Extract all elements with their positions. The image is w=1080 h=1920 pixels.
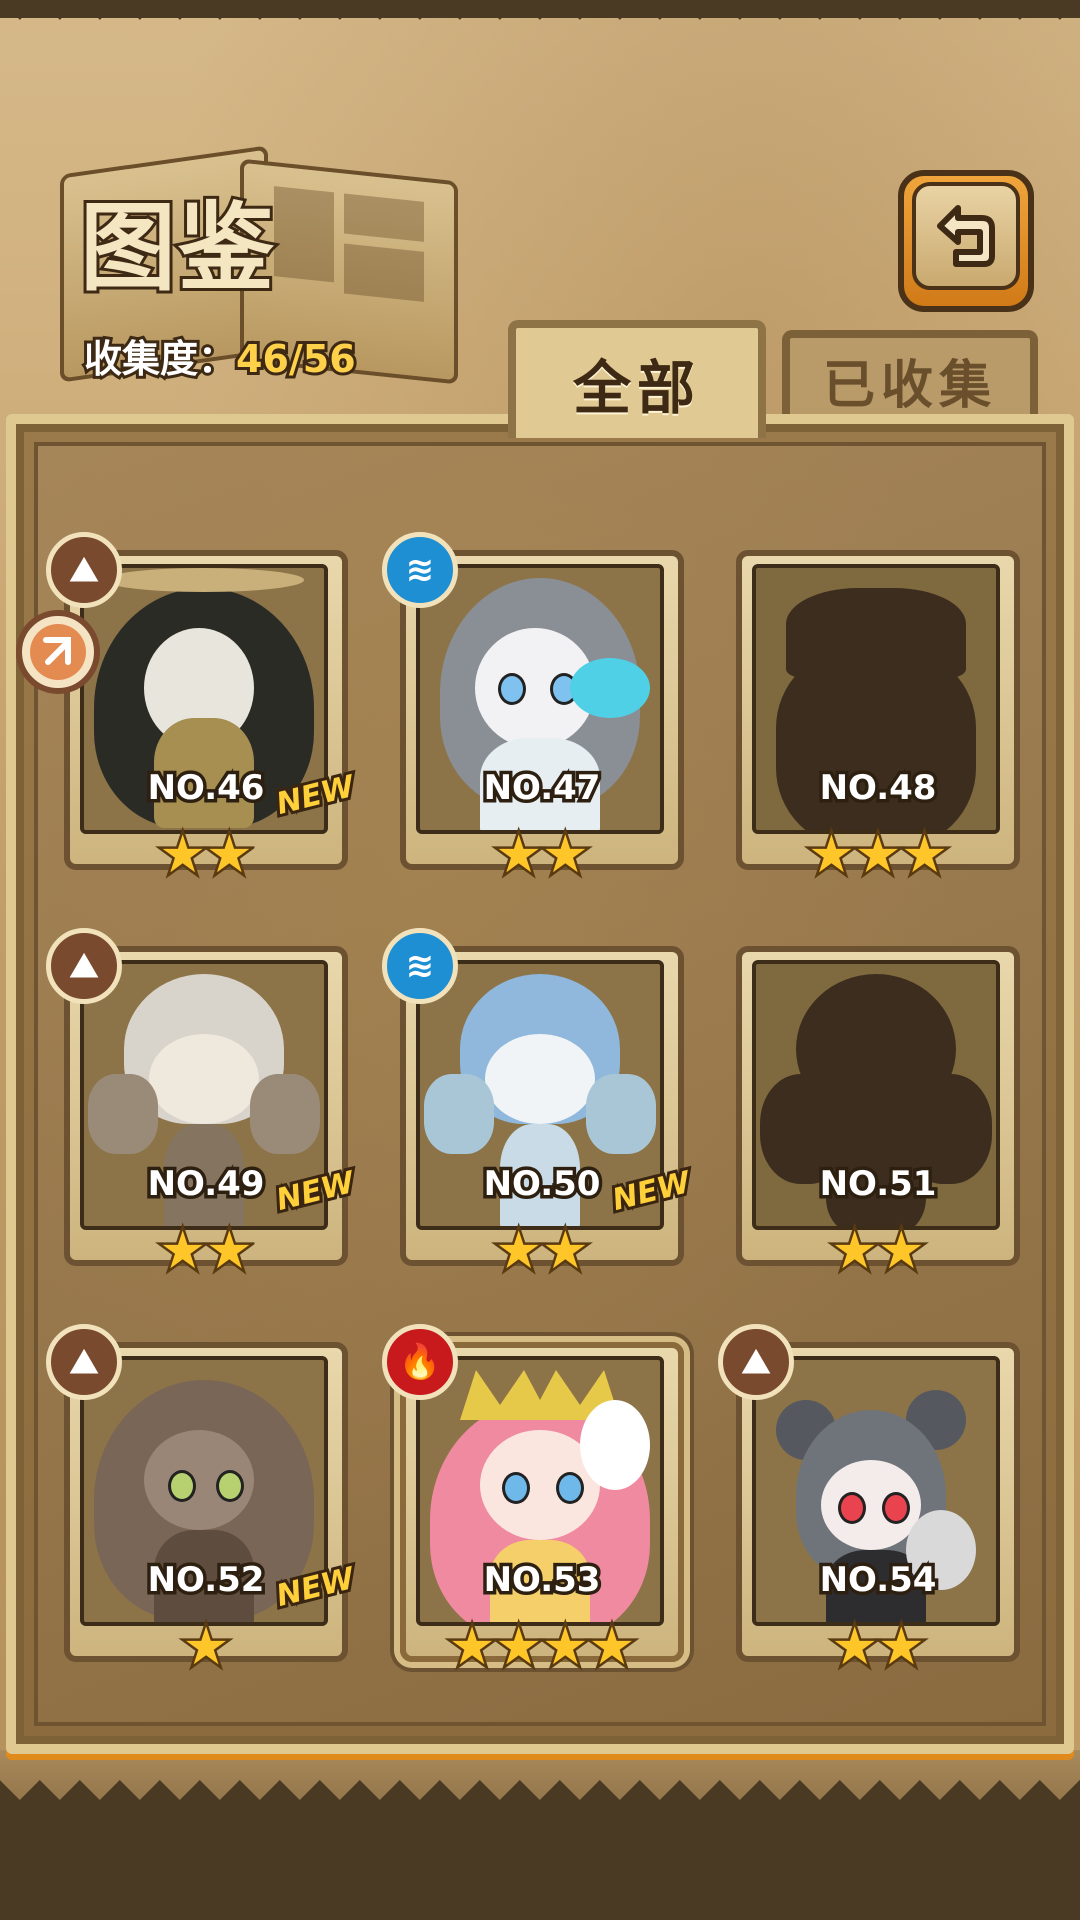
character-card-54[interactable]: NO.54 ★★ ⛰ [718, 1324, 1020, 1677]
star-icons: ★★ [157, 1221, 255, 1281]
tab-collected[interactable]: 已收集 [782, 330, 1038, 422]
star-icons: ★★★★ [446, 1617, 637, 1677]
bottom-border [0, 1760, 1080, 1920]
character-card-47[interactable]: NO.47 ★★ ≋ [382, 532, 684, 885]
star-icons: ★★ [157, 825, 255, 885]
star-rating: ★★★★ [400, 1617, 684, 1677]
star-rating: ★★ [736, 1617, 1020, 1677]
star-rating: ★★ [400, 1221, 684, 1281]
card-number: NO.48 [816, 765, 940, 812]
star-icons: ★★★ [806, 825, 951, 885]
card-number: NO.51 [816, 1161, 940, 1208]
character-card-51[interactable]: NO.51 ★★ [736, 946, 1020, 1281]
card-number: NO.53 [480, 1557, 604, 1604]
star-rating: ★★★ [736, 825, 1020, 885]
mountain-icon: ⛰ [46, 928, 122, 1004]
mountain-icon: ⛰ [46, 1324, 122, 1400]
progress-count: 46/56 [233, 334, 359, 384]
card-number: NO.47 [480, 765, 604, 812]
progress-label: 收集度： [81, 334, 239, 384]
flame-icon: 🔥 [382, 1324, 458, 1400]
star-icons: ★★ [493, 825, 591, 885]
star-icons: ★★ [829, 1221, 927, 1281]
character-card-52[interactable]: NO.52 NEW ★ ⛰ [46, 1324, 361, 1677]
mountain-icon: ⛰ [718, 1324, 794, 1400]
star-rating: ★★ [736, 1221, 1020, 1281]
star-rating: ★★ [64, 1221, 348, 1281]
mountain-icon: ⛰ [46, 532, 122, 608]
page-title: 图鉴 [77, 188, 277, 307]
back-button[interactable] [898, 170, 1034, 312]
star-icons: ★ [180, 1617, 232, 1677]
character-card-49[interactable]: NO.49 NEW ★★ ⛰ [46, 928, 361, 1281]
wave-icon: ≋ [382, 928, 458, 1004]
back-arrow-icon [937, 205, 995, 267]
top-border [0, 0, 1080, 60]
character-card-48[interactable]: NO.48 ★★★ [736, 550, 1020, 885]
star-rating: ★★ [64, 825, 348, 885]
star-icons: ★★ [829, 1617, 927, 1677]
collection-progress: 收集度：46/56 [81, 328, 359, 384]
side-tag-button[interactable] [16, 610, 100, 694]
character-card-46[interactable]: NO.46 NEW ★★ ⛰ [46, 532, 361, 885]
star-rating: ★★ [400, 825, 684, 885]
star-icons: ★★ [493, 1221, 591, 1281]
tab-all[interactable]: 全部 [508, 320, 766, 438]
character-card-53[interactable]: NO.53 ★★★★ 🔥 [382, 1324, 684, 1677]
wave-icon: ≋ [382, 532, 458, 608]
character-card-50[interactable]: NO.50 NEW ★★ ≋ [382, 928, 697, 1281]
arrow-badge-icon [43, 637, 71, 665]
card-number: NO.54 [816, 1557, 940, 1604]
star-rating: ★ [64, 1617, 348, 1677]
